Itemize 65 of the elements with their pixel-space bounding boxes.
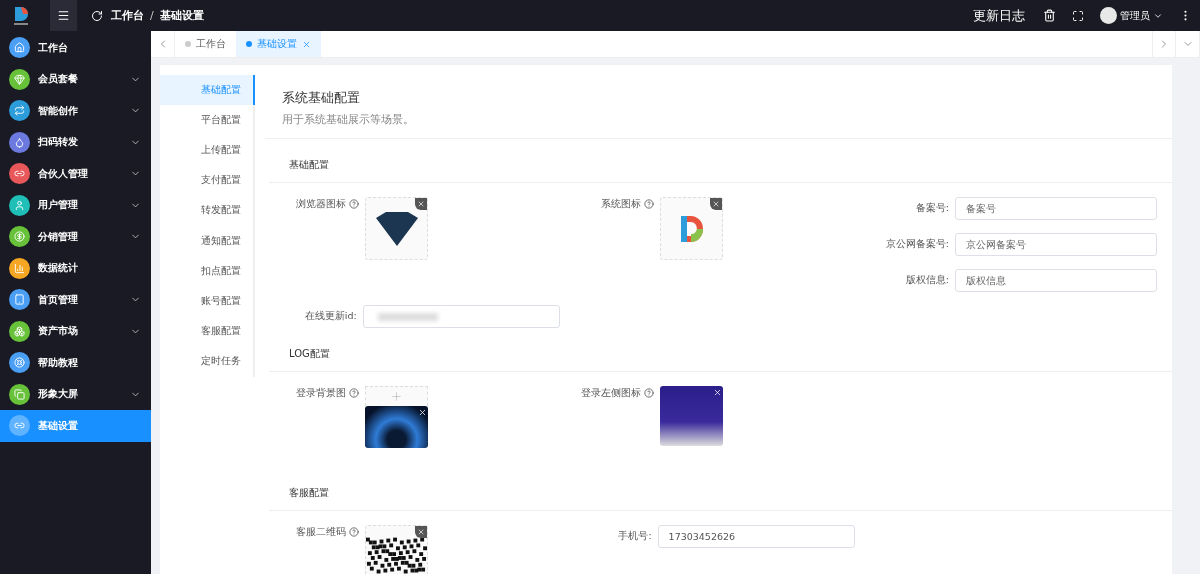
- input-field[interactable]: 备案号: [955, 197, 1157, 220]
- close-icon[interactable]: [710, 198, 722, 210]
- field-label: 浏览器图标: [296, 197, 346, 211]
- input-field[interactable]: [362, 305, 560, 328]
- breadcrumb-item: 基础设置: [159, 8, 204, 23]
- help-icon[interactable]: [349, 388, 359, 398]
- sidebar-item[interactable]: 首页管理: [0, 284, 151, 316]
- input-field[interactable]: 17303452626: [657, 525, 855, 548]
- field-label: 备案号:: [915, 202, 949, 215]
- input-field[interactable]: 京公网备案号: [955, 233, 1157, 256]
- settings-menu-item[interactable]: 支付配置: [160, 165, 255, 196]
- changelog-link[interactable]: 更新日志: [963, 6, 1035, 25]
- help-icon[interactable]: [349, 527, 359, 537]
- qr-code: [366, 536, 427, 574]
- settings-menu-item[interactable]: 通知配置: [160, 225, 255, 257]
- field-label: 登录左侧图标: [581, 386, 641, 400]
- section-title: 客服配置: [269, 467, 1172, 511]
- settings-menu-item[interactable]: 定时任务: [160, 346, 255, 377]
- settings-menu-item[interactable]: 客服配置: [160, 316, 255, 347]
- settings-menu-item[interactable]: 上传配置: [160, 135, 255, 166]
- section-title: 基础配置: [269, 139, 1172, 183]
- image-slot[interactable]: [365, 525, 428, 574]
- user-menu[interactable]: 管理员: [1092, 7, 1171, 24]
- image-slot[interactable]: [660, 197, 723, 260]
- field-label: 系统图标: [601, 197, 641, 211]
- settings-menu-item[interactable]: 账号配置: [160, 286, 255, 317]
- close-icon[interactable]: [712, 387, 722, 397]
- sidebar-item[interactable]: 智能创作: [0, 95, 151, 127]
- sidebar-item[interactable]: 合伙人管理: [0, 158, 151, 190]
- sidebar-item[interactable]: 扫码转发: [0, 126, 151, 158]
- settings-menu-item[interactable]: 转发配置: [160, 195, 255, 226]
- field-label: 手机号:: [618, 530, 652, 543]
- close-icon[interactable]: [415, 526, 427, 538]
- close-icon[interactable]: [415, 198, 427, 210]
- settings-menu-item[interactable]: 扣点配置: [160, 256, 255, 287]
- section-title: LOG配置: [269, 328, 1172, 372]
- sidebar-item[interactable]: 会员套餐: [0, 63, 151, 95]
- sidebar-item[interactable]: 数据统计: [0, 252, 151, 284]
- breadcrumb-separator: /: [150, 9, 154, 22]
- avatar: [1100, 7, 1117, 24]
- help-icon[interactable]: [349, 199, 359, 209]
- field-label: 版权信息:: [905, 274, 949, 287]
- diamond-logo: [375, 211, 418, 246]
- field-label: 京公网备案号:: [885, 238, 949, 251]
- d-letter-logo: [678, 213, 705, 244]
- help-icon[interactable]: [644, 199, 654, 209]
- field-label: 登录背景图: [296, 386, 346, 400]
- help-icon[interactable]: [644, 388, 654, 398]
- menu-icon[interactable]: [50, 0, 77, 31]
- close-icon[interactable]: [417, 407, 427, 417]
- sidebar-item[interactable]: 工作台: [0, 32, 151, 64]
- input-field[interactable]: 版权信息: [955, 269, 1157, 292]
- field-label: 在线更新id:: [304, 310, 357, 323]
- sidebar-item[interactable]: 分销管理: [0, 221, 151, 253]
- settings-menu-item[interactable]: 平台配置: [160, 105, 255, 136]
- field-label: 客服二维码: [296, 525, 346, 539]
- app-logo: [11, 4, 31, 27]
- image-slot[interactable]: [365, 197, 428, 260]
- sidebar-item[interactable]: 形象大屏: [0, 378, 151, 410]
- page-description: 用于系统基础展示等场景。: [282, 113, 415, 127]
- sidebar-item[interactable]: 资产市场: [0, 315, 151, 347]
- breadcrumb-item[interactable]: 工作台: [111, 8, 144, 23]
- sidebar-item[interactable]: 帮助教程: [0, 347, 151, 379]
- sidebar-item[interactable]: 用户管理: [0, 189, 151, 221]
- page-title: 系统基础配置: [282, 89, 361, 107]
